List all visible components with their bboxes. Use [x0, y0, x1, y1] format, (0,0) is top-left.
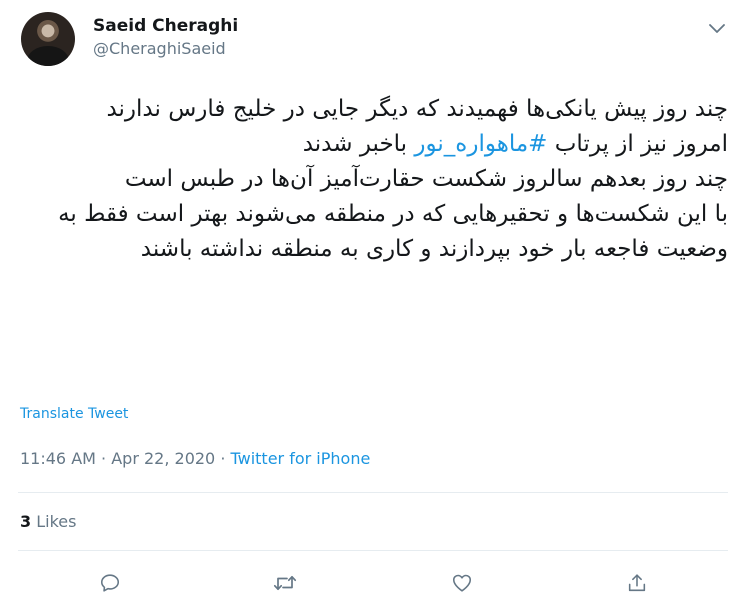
- tweet-line: چند روز پیش یانکی‌ها فهمیدند که دیگر جای…: [106, 96, 728, 122]
- hashtag-link[interactable]: #ماهواره_نور: [414, 131, 547, 157]
- meta-separator: ·: [95, 449, 112, 468]
- tweet-time[interactable]: 11:46 AM: [20, 449, 96, 468]
- translate-tweet-link[interactable]: Translate Tweet: [20, 406, 128, 422]
- tweet-line: با این شکست‌ها و تحقیرهایی که در منطقه م…: [58, 201, 728, 262]
- share-icon[interactable]: [622, 568, 652, 598]
- likes-count: 3: [20, 512, 32, 531]
- tweet-line: امروز نیز از پرتاب #ماهواره_نور باخبر شد…: [18, 127, 728, 162]
- tweet-meta: 11:46 AM · Apr 22, 2020 · Twitter for iP…: [20, 449, 370, 468]
- tweet-text-segment: امروز نیز از پرتاب: [547, 131, 728, 157]
- author-info: Saeid Cheraghi @CheraghiSaeid: [93, 15, 238, 60]
- retweet-icon[interactable]: [270, 568, 300, 598]
- reply-icon[interactable]: [95, 568, 125, 598]
- heart-icon[interactable]: [447, 568, 477, 598]
- tweet-source-link[interactable]: Twitter for iPhone: [231, 449, 371, 468]
- tweet-line: چند روز بعدهم سالروز شکست حقارت‌آمیز آن‌…: [124, 166, 728, 192]
- tweet-date[interactable]: Apr 22, 2020: [111, 449, 215, 468]
- likes-label: Likes: [36, 512, 77, 531]
- chevron-down-icon[interactable]: [706, 18, 728, 40]
- meta-separator: ·: [215, 449, 231, 468]
- tweet-text-segment: باخبر شدند: [302, 131, 415, 157]
- likes-stat[interactable]: 3 Likes: [20, 512, 76, 531]
- divider: [18, 550, 728, 551]
- author-handle[interactable]: @CheraghiSaeid: [93, 38, 238, 60]
- avatar[interactable]: [21, 12, 75, 66]
- tweet-text: چند روز پیش یانکی‌ها فهمیدند که دیگر جای…: [18, 92, 728, 267]
- author-display-name[interactable]: Saeid Cheraghi: [93, 15, 238, 37]
- avatar-figure: [27, 46, 69, 66]
- divider: [18, 492, 728, 493]
